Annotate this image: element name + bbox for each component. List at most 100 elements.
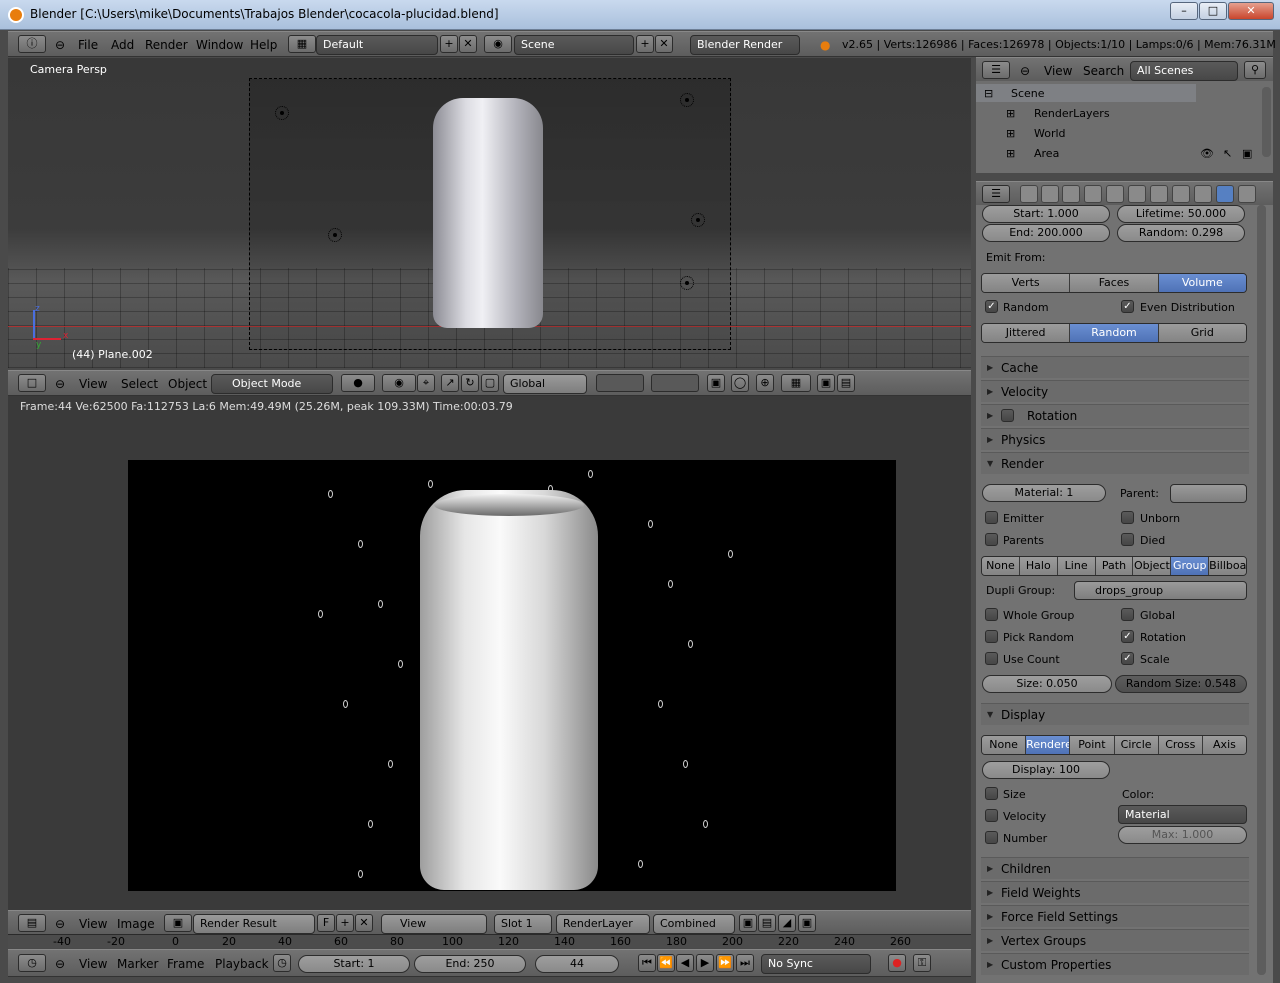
particles-tab-icon[interactable]: [1216, 185, 1234, 203]
render-layer-select[interactable]: RenderLayer: [556, 914, 650, 934]
pick-random-checkbox[interactable]: [985, 630, 998, 643]
outliner[interactable]: ⊟ Scene ⊞ RenderLayers ⊞ World ⊞ Area 👁 …: [976, 81, 1273, 173]
render-tab-icon[interactable]: [1020, 185, 1038, 203]
close-button[interactable]: ✕: [1228, 2, 1274, 20]
editor-type-icon[interactable]: ◷: [18, 954, 46, 972]
size-display-checkbox[interactable]: [985, 787, 998, 800]
renderability-camera-icon[interactable]: ▣: [1242, 147, 1252, 160]
parent-field[interactable]: [1170, 484, 1247, 503]
maximize-button[interactable]: □: [1199, 2, 1227, 20]
search-icon[interactable]: ⚲: [1244, 61, 1266, 79]
lamp-icon[interactable]: [328, 228, 342, 242]
jittered-button[interactable]: Jittered: [982, 324, 1071, 342]
emit-volume-button[interactable]: Volume: [1158, 274, 1246, 292]
record-icon[interactable]: ●: [888, 954, 906, 972]
render-none-button[interactable]: None: [982, 557, 1020, 575]
play-reverse-icon[interactable]: ◀: [676, 954, 694, 972]
shading-icon[interactable]: ●: [341, 374, 375, 392]
jump-keyframe-back-icon[interactable]: ⏪: [657, 954, 675, 972]
grid-button[interactable]: Grid: [1158, 324, 1246, 342]
render-line-button[interactable]: Line: [1057, 557, 1096, 575]
unborn-checkbox[interactable]: [1121, 511, 1134, 524]
fake-user-button[interactable]: F: [317, 914, 335, 932]
render-engine-select[interactable]: Blender Render: [690, 35, 800, 55]
constraints-tab-icon[interactable]: [1128, 185, 1146, 203]
died-checkbox[interactable]: [1121, 533, 1134, 546]
play-icon[interactable]: ▶: [696, 954, 714, 972]
menu-frame[interactable]: Frame: [167, 950, 204, 978]
expand-icon[interactable]: ⊞: [1006, 127, 1015, 140]
scene-field[interactable]: Scene: [514, 35, 634, 55]
layout-icon[interactable]: ▦: [288, 35, 316, 53]
display-rendered-button[interactable]: Rendere: [1026, 736, 1071, 754]
start-field[interactable]: Start: 1.000: [982, 205, 1110, 223]
end-frame-field[interactable]: End: 250: [414, 955, 526, 973]
menu-view[interactable]: View: [79, 371, 107, 397]
remove-layout-icon[interactable]: ✕: [459, 35, 477, 53]
render-icon[interactable]: ▣: [817, 374, 835, 392]
panel-velocity[interactable]: Velocity: [981, 380, 1249, 403]
panel-children[interactable]: Children: [981, 857, 1249, 880]
image-editor[interactable]: [8, 416, 971, 910]
menu-window[interactable]: Window: [196, 32, 243, 58]
selectability-cursor-icon[interactable]: ↖: [1223, 147, 1232, 160]
lamp-icon[interactable]: [680, 93, 694, 107]
layout-field[interactable]: Default: [316, 35, 438, 55]
layers-icon[interactable]: [651, 374, 699, 392]
render-billboard-button[interactable]: Billboa: [1209, 557, 1246, 575]
menu-object[interactable]: Object: [168, 371, 207, 397]
add-scene-icon[interactable]: +: [636, 35, 654, 53]
pin-icon[interactable]: ▣: [798, 914, 816, 932]
editor-type-icon[interactable]: □: [18, 374, 46, 392]
world-tab-icon[interactable]: [1084, 185, 1102, 203]
render-group-button[interactable]: Group: [1171, 557, 1210, 575]
velocity-display-checkbox[interactable]: [985, 809, 998, 822]
orientation-select[interactable]: Global: [503, 374, 587, 394]
display-axis-button[interactable]: Axis: [1202, 736, 1246, 754]
collapse-icon[interactable]: ⊖: [55, 32, 65, 58]
jump-start-icon[interactable]: ⏮: [638, 954, 656, 972]
anim-render-icon[interactable]: ▤: [837, 374, 855, 392]
outliner-item-renderlayers[interactable]: RenderLayers: [1034, 107, 1110, 120]
add-layout-icon[interactable]: +: [440, 35, 458, 53]
panel-custom-properties[interactable]: Custom Properties: [981, 953, 1249, 976]
panel-display[interactable]: Display: [981, 703, 1249, 726]
panel-cache[interactable]: Cache: [981, 356, 1249, 379]
jump-end-icon[interactable]: ⏭: [736, 954, 754, 972]
rotation-checkbox[interactable]: ✓: [1121, 630, 1134, 643]
scale-icon[interactable]: ▢: [481, 374, 499, 392]
manipulator-icon[interactable]: ⌖: [417, 374, 435, 392]
collapse-icon[interactable]: ⊖: [55, 371, 65, 397]
data-tab-icon[interactable]: [1172, 185, 1190, 203]
scene-icon[interactable]: ◉: [484, 35, 512, 53]
image-browse-icon[interactable]: ▣: [164, 914, 192, 932]
lamp-icon[interactable]: [275, 106, 289, 120]
panel-field-weights[interactable]: Field Weights: [981, 881, 1249, 904]
lock-camera-icon[interactable]: ▣: [707, 374, 725, 392]
snap-icon[interactable]: ⊕: [756, 374, 774, 392]
slot-select[interactable]: Slot 1: [494, 914, 552, 934]
sync-mode-select[interactable]: No Sync: [761, 954, 871, 974]
jump-keyframe-forward-icon[interactable]: ⏩: [716, 954, 734, 972]
lamp-icon[interactable]: [691, 213, 705, 227]
panel-render[interactable]: Render: [981, 452, 1249, 475]
editor-type-icon[interactable]: ☰: [982, 61, 1010, 79]
panel-vertex-groups[interactable]: Vertex Groups: [981, 929, 1249, 952]
whole-group-checkbox[interactable]: [985, 608, 998, 621]
menu-help[interactable]: Help: [250, 32, 277, 58]
panel-physics[interactable]: Physics: [981, 428, 1249, 451]
menu-add[interactable]: Add: [111, 32, 134, 58]
image-name-field[interactable]: Render Result: [193, 914, 315, 934]
menu-render[interactable]: Render: [145, 32, 188, 58]
emit-faces-button[interactable]: Faces: [1070, 274, 1159, 292]
number-display-checkbox[interactable]: [985, 831, 998, 844]
translate-icon[interactable]: ↗: [441, 374, 459, 392]
timeline-ruler[interactable]: -40 -20 0 20 40 60 80 100 120 140 160 18…: [8, 934, 971, 948]
outliner-item-world[interactable]: World: [1034, 127, 1066, 140]
render-pass-select[interactable]: Combined: [653, 914, 735, 934]
properties-scrollbar[interactable]: [1257, 205, 1266, 975]
editor-type-icon[interactable]: ▤: [18, 914, 46, 932]
max-field[interactable]: Max: 1.000: [1118, 826, 1247, 844]
unlink-image-icon[interactable]: ✕: [355, 914, 373, 932]
parents-checkbox[interactable]: [985, 533, 998, 546]
